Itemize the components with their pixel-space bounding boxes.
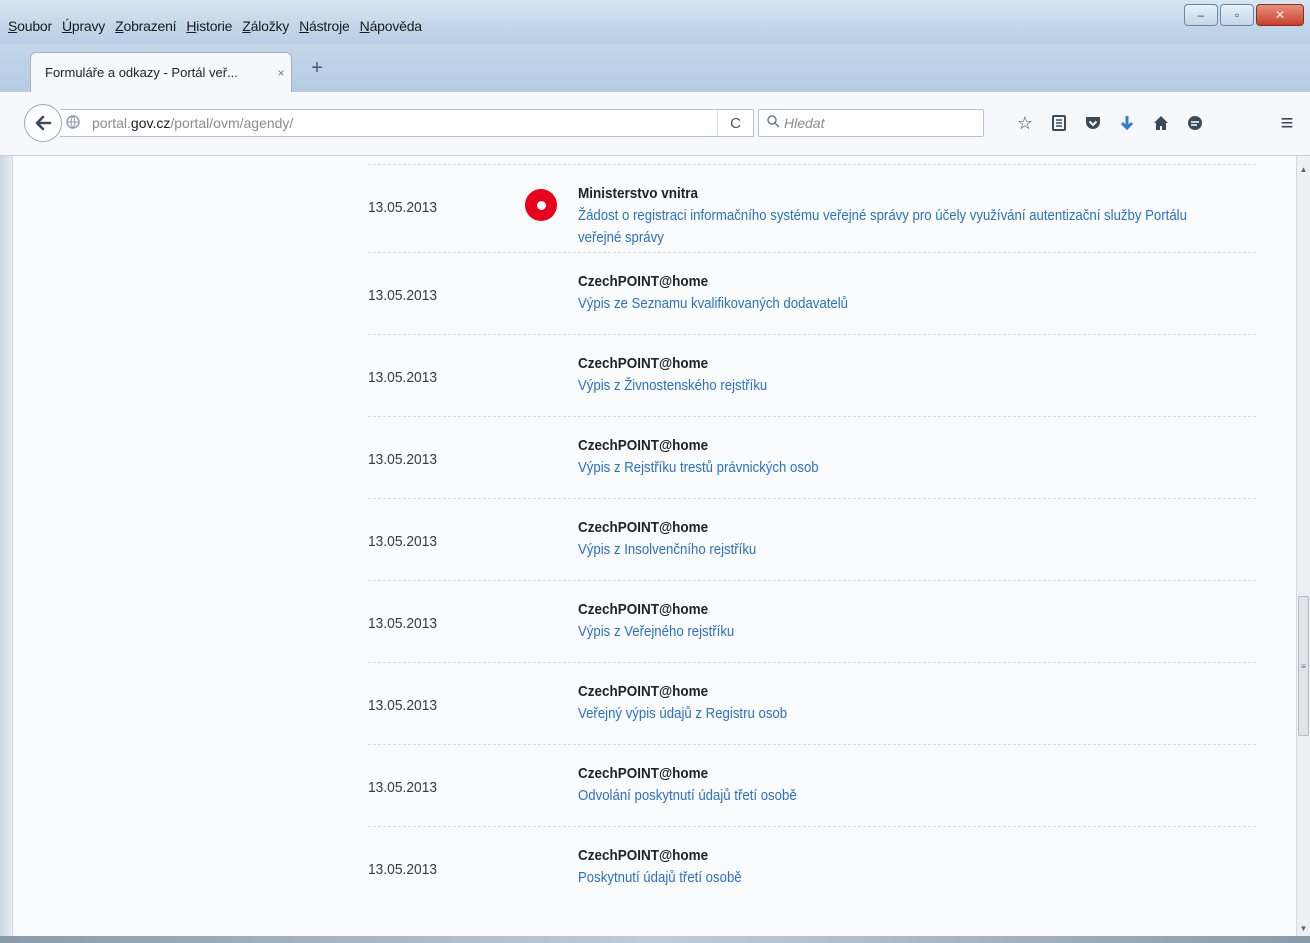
menu-historie[interactable]: Historie (186, 18, 232, 34)
maximize-button[interactable]: ▫ (1220, 4, 1254, 26)
item-organization: CzechPOINT@home (578, 519, 709, 536)
item-form-link[interactable]: Výpis z Insolvenčního rejstříku (578, 539, 1212, 561)
list-item: 13.05.2013 CzechPOINT@home Výpis z Rejst… (368, 416, 1256, 498)
item-body: CzechPOINT@home Výpis z Rejstříku trestů… (578, 437, 1238, 479)
list-item: 13.05.2013 CzechPOINT@home Výpis ze Sezn… (368, 252, 1256, 334)
menu-bar: Soubor Úpravy Zobrazení Historie Záložky… (0, 0, 432, 44)
item-date: 13.05.2013 (368, 697, 438, 714)
item-date: 13.05.2013 (368, 287, 438, 304)
window-controls: – ▫ ✕ (1184, 4, 1304, 26)
list-item: 13.05.2013 CzechPOINT@home Výpis z Živno… (368, 334, 1256, 416)
pocket-icon[interactable] (1076, 109, 1110, 137)
url-text[interactable]: portal.gov.cz/portal/ovm/agendy/ (86, 115, 717, 131)
close-window-button[interactable]: ✕ (1256, 4, 1304, 26)
item-body: CzechPOINT@home Odvolání poskytnutí údaj… (578, 765, 1238, 807)
back-button[interactable] (24, 104, 62, 142)
page-content: 13.05.2013 Ministerstvo vnitra Žádost o … (12, 156, 1296, 943)
item-organization: CzechPOINT@home (578, 683, 709, 700)
item-form-link[interactable]: Výpis z Rejstříku trestů právnických oso… (578, 457, 1212, 479)
item-date: 13.05.2013 (368, 615, 438, 632)
list-item: 13.05.2013 CzechPOINT@home Veřejný výpis… (368, 662, 1256, 744)
scroll-thumb[interactable]: ≡ (1298, 596, 1309, 736)
search-icon (767, 115, 780, 131)
item-date: 13.05.2013 (368, 533, 438, 550)
hamburger-menu-icon[interactable]: ≡ (1272, 109, 1302, 137)
new-tab-button[interactable]: + (304, 56, 330, 82)
back-arrow-icon (35, 115, 52, 131)
item-organization: CzechPOINT@home (578, 765, 709, 782)
reading-list-icon[interactable] (1042, 109, 1076, 137)
search-placeholder: Hledat (784, 115, 825, 131)
window-left-edge (0, 156, 12, 943)
list-item: 13.05.2013 CzechPOINT@home Výpis z Insol… (368, 498, 1256, 580)
menu-nastroje[interactable]: Nástroje (299, 18, 350, 34)
tab-strip: Formuláře a odkazy - Portál veř... × + (0, 44, 1310, 92)
search-input[interactable]: Hledat (758, 109, 984, 137)
list-item: 13.05.2013 CzechPOINT@home Odvolání posk… (368, 744, 1256, 826)
chat-icon[interactable] (1178, 109, 1212, 137)
item-form-link[interactable]: Odvolání poskytnutí údajů třetí osobě (578, 785, 1212, 807)
minimize-button[interactable]: – (1184, 4, 1218, 26)
item-date: 13.05.2013 (368, 861, 438, 878)
item-date: 13.05.2013 (368, 779, 438, 796)
forms-list: 13.05.2013 Ministerstvo vnitra Žádost o … (368, 156, 1256, 908)
vertical-scrollbar[interactable]: ▲ ≡ ▼ (1296, 156, 1310, 943)
item-organization: CzechPOINT@home (578, 273, 709, 290)
item-form-link[interactable]: Veřejný výpis údajů z Registru osob (578, 703, 1212, 725)
item-body: CzechPOINT@home Poskytnutí údajů třetí o… (578, 847, 1238, 889)
scroll-up-icon[interactable]: ▲ (1297, 162, 1310, 178)
url-path: /portal/ovm/agendy/ (170, 115, 294, 131)
item-date: 13.05.2013 (368, 369, 438, 386)
item-form-link[interactable]: Výpis ze Seznamu kvalifikovaných dodavat… (578, 293, 1212, 315)
reload-icon[interactable]: C (717, 110, 753, 136)
url-bar[interactable]: portal.gov.cz/portal/ovm/agendy/ C (60, 109, 754, 137)
item-body: CzechPOINT@home Výpis z Veřejného rejstř… (578, 601, 1238, 643)
item-organization: CzechPOINT@home (578, 355, 709, 372)
home-icon[interactable] (1144, 109, 1178, 137)
toolbar-icons: ☆ (1008, 109, 1212, 137)
cursor-marker (525, 189, 557, 221)
item-date: 13.05.2013 (368, 199, 438, 216)
item-organization: CzechPOINT@home (578, 437, 709, 454)
scroll-down-icon[interactable]: ▼ (1297, 921, 1310, 937)
globe-icon (60, 114, 86, 132)
item-body: CzechPOINT@home Výpis ze Seznamu kvalifi… (578, 273, 1238, 315)
list-item: 13.05.2013 CzechPOINT@home Poskytnutí úd… (368, 826, 1256, 908)
url-domain: gov.cz (130, 115, 171, 131)
item-form-link[interactable]: Výpis z Veřejného rejstříku (578, 621, 1212, 643)
download-icon[interactable] (1110, 109, 1144, 137)
menu-zalozky[interactable]: Záložky (242, 18, 289, 34)
item-body: CzechPOINT@home Veřejný výpis údajů z Re… (578, 683, 1238, 725)
item-organization: CzechPOINT@home (578, 601, 709, 618)
item-date: 13.05.2013 (368, 451, 438, 468)
list-item: 13.05.2013 Ministerstvo vnitra Žádost o … (368, 164, 1256, 252)
url-prefix: portal. (92, 115, 131, 131)
item-form-link[interactable]: Žádost o registraci informačního systému… (578, 205, 1212, 249)
tab-close-icon[interactable]: × (271, 66, 291, 80)
menu-napoveda[interactable]: Nápověda (360, 18, 422, 34)
menu-soubor[interactable]: Soubor (8, 18, 52, 34)
item-organization: Ministerstvo vnitra (578, 185, 699, 202)
list-item: 13.05.2013 CzechPOINT@home Výpis z Veřej… (368, 580, 1256, 662)
tab-title: Formuláře a odkazy - Portál veř... (45, 65, 238, 80)
window-bottom-edge (0, 936, 1310, 943)
tab-formulare[interactable]: Formuláře a odkazy - Portál veř... × (30, 52, 292, 92)
item-form-link[interactable]: Výpis z Živnostenského rejstříku (578, 375, 1212, 397)
menu-upravy[interactable]: Úpravy (62, 18, 105, 34)
item-body: CzechPOINT@home Výpis z Živnostenského r… (578, 355, 1238, 397)
item-organization: CzechPOINT@home (578, 847, 709, 864)
item-body: CzechPOINT@home Výpis z Insolvenčního re… (578, 519, 1238, 561)
navigation-bar: portal.gov.cz/portal/ovm/agendy/ C Hleda… (0, 92, 1310, 156)
item-body: Ministerstvo vnitra Žádost o registraci … (578, 185, 1238, 249)
item-form-link[interactable]: Poskytnutí údajů třetí osobě (578, 867, 1212, 889)
menu-zobrazeni[interactable]: Zobrazení (115, 18, 176, 34)
star-icon[interactable]: ☆ (1008, 109, 1042, 137)
